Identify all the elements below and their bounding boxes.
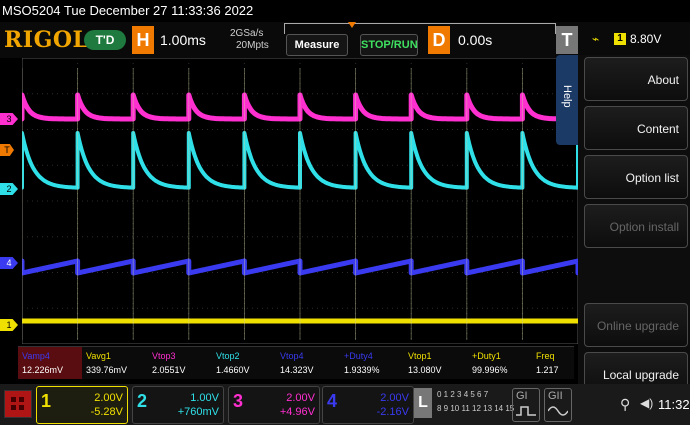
channel-offset: -5.28V [90,406,123,418]
horizontal-key[interactable]: H [132,26,154,54]
measurement-bar[interactable]: Vamp4 12.226mV Vavg1 339.76mV Vtop3 2.0551V Vt… [18,346,574,379]
generator-1-button[interactable]: GI [512,388,540,422]
measurement-label: +Duty1 [472,351,501,361]
measurement-label: Freq [536,351,555,361]
channel-4-button[interactable]: 4 2.00V -2.16V [322,386,414,424]
status-bar: MSO5204 Tue December 27 11:33:36 2022 [0,0,690,22]
channel-number: 3 [233,391,244,411]
measurement-value: 13.080V [408,365,442,375]
channel-settings: 2.00V -5.28V [91,391,123,419]
measurement-item[interactable]: Vamp4 12.226mV [18,347,82,379]
sample-rate: 2GSa/s [230,28,264,39]
measurement-value: 1.9339% [344,365,380,375]
logic-channels-row1: 0 1 2 3 4 5 6 7 [437,390,489,399]
measurement-label: Vtop3 [152,351,176,361]
measurement-item[interactable]: Freq 1.217 [532,347,572,379]
measurement-item[interactable]: +Duty4 1.9339% [340,347,404,379]
channel-1-button[interactable]: 1 2.00V -5.28V [36,386,128,424]
measurement-value: 2.0551V [152,365,186,375]
generator-1-label: GI [516,390,528,402]
delay-key[interactable]: D [428,26,450,54]
logic-channels-row2: 8 9 10 11 12 13 14 15 [437,404,515,413]
logic-analyzer-key[interactable]: L [414,388,432,418]
speaker-icon[interactable]: ◀) [640,396,653,410]
ch2-offset-marker[interactable]: 2 [0,183,18,195]
generator-2-label: GII [548,390,563,402]
help-about-button[interactable]: About [584,57,688,101]
channel-number: 1 [41,391,52,411]
ch4-offset-marker[interactable]: 4 [0,257,18,269]
channel-scale: 2.00V [380,392,409,404]
rigol-logo: RIGOL [4,27,89,53]
help-online-upgrade-button[interactable]: Online upgrade [584,303,688,347]
channel-offset: -2.16V [376,406,409,418]
measurement-label: +Duty4 [344,351,373,361]
measurement-label: Vtop1 [408,351,432,361]
help-option-install-button[interactable]: Option install [584,204,688,248]
help-menu-panel: About Content Option list Option install… [578,55,690,398]
help-tab[interactable]: Help [556,55,578,145]
measurement-item[interactable]: Vtop3 2.0551V [148,347,212,379]
measurement-label: Vtop4 [280,351,304,361]
channel-scale: 2.00V [94,392,123,404]
measurement-value: 14.323V [280,365,314,375]
measurement-item[interactable]: Vtop2 1.4660V [212,347,276,379]
measurement-item[interactable]: Vtop1 13.080V [404,347,468,379]
channel-settings: 2.00V +4.96V [280,391,315,419]
sine-wave-icon [548,406,568,416]
help-content-button[interactable]: Content [584,106,688,150]
measurement-value: 99.996% [472,365,508,375]
measurement-item[interactable]: Vtop4 14.323V [276,347,340,379]
measurement-value: 339.76mV [86,365,128,375]
delay-value[interactable]: 0.00s [458,32,492,48]
measurement-value: 12.226mV [22,365,64,375]
waveforms [22,68,578,340]
channel-3-button[interactable]: 3 2.00V +4.96V [228,386,320,424]
memory-depth: 20Mpts [236,40,269,51]
app-menu-icon[interactable] [4,390,32,418]
usb-icon: ⚲ [620,396,631,412]
measurement-label: Vamp4 [22,351,50,361]
help-tab-label: Help [561,85,573,108]
ch1-offset-marker[interactable]: 1 [0,319,18,331]
channel-settings: 1.00V +760mV [178,391,219,419]
channel-scale: 2.00V [286,392,315,404]
trigger-key[interactable]: T [556,26,578,54]
waveform-display[interactable] [22,58,578,344]
channel-bar: L 0 1 2 3 4 5 6 7 8 9 10 11 12 13 14 15 … [0,384,690,425]
trigger-position-marker[interactable] [348,22,356,28]
channel-scale: 1.00V [190,392,219,404]
timebase-value[interactable]: 1.00ms [160,32,206,48]
measurement-item[interactable]: +Duty1 99.996% [468,347,532,379]
generator-2-button[interactable]: GII [544,388,572,422]
measurement-label: Vavg1 [86,351,111,361]
channel-number: 2 [137,391,148,411]
channel-number: 4 [327,391,338,411]
stop-run-button[interactable]: STOP/RUN [360,34,418,56]
toolbar: RIGOL T'D H 1.00ms 2GSa/s 20Mpts Measure… [0,22,690,58]
clock-time: 11:32 [658,397,690,412]
edge-trigger-icon: ⌁ [592,32,600,46]
measurement-label: Vtop2 [216,351,240,361]
channel-offset: +760mV [177,406,219,418]
measurement-value: 1.217 [536,365,559,375]
measurement-item[interactable]: Vavg1 339.76mV [82,347,148,379]
trigger-level-marker[interactable]: T [0,144,14,156]
help-option-list-button[interactable]: Option list [584,155,688,199]
trigger-status-badge: T'D [84,30,126,50]
channel-2-button[interactable]: 2 1.00V +760mV [132,386,224,424]
measure-button[interactable]: Measure [286,34,348,56]
trigger-source-badge: 1 [614,33,626,45]
measurement-value: 1.4660V [216,365,250,375]
channel-offset: +4.96V [279,406,315,418]
square-wave-icon [516,406,536,416]
device-datetime: MSO5204 Tue December 27 11:33:36 2022 [2,3,254,18]
trigger-position-bar [284,23,556,34]
trigger-level-value[interactable]: 8.80V [630,32,661,46]
ch3-offset-marker[interactable]: 3 [0,113,18,125]
channel-settings: 2.00V -2.16V [377,391,409,419]
